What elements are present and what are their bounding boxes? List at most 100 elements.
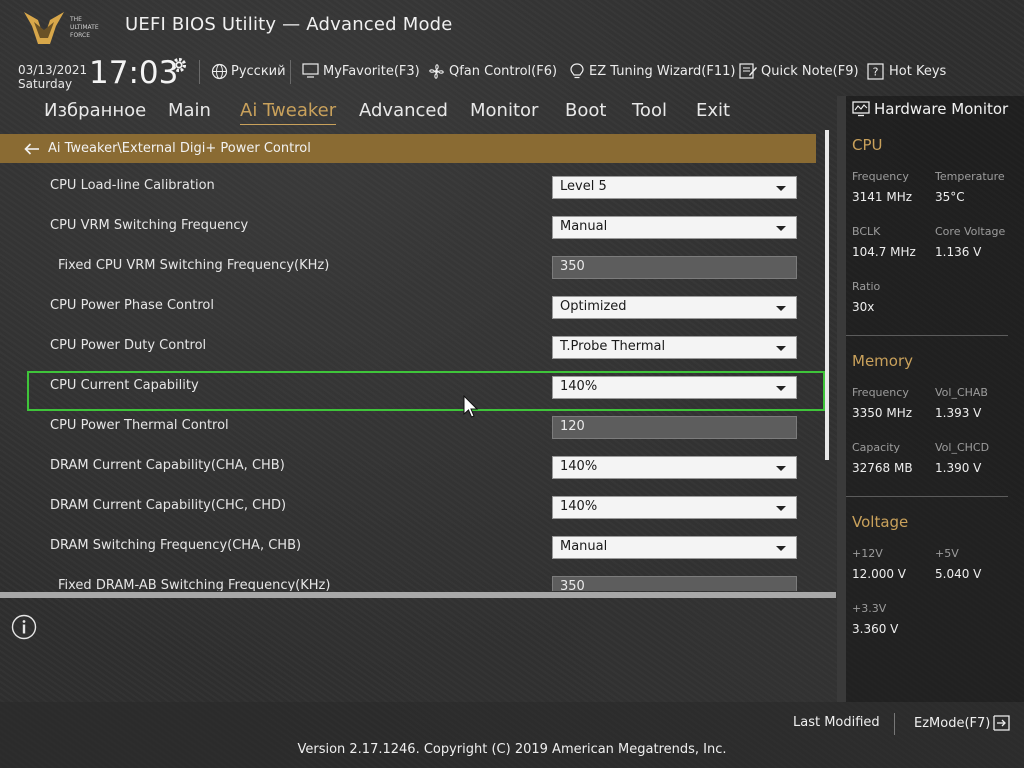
setting-row-selected[interactable]: CPU Current Capability 140% [0,366,828,406]
setting-dropdown[interactable]: Optimized [552,296,797,319]
setting-label: CPU Power Phase Control [50,298,214,313]
setting-value: Manual [560,219,608,234]
language-label: Русский [231,63,286,79]
setting-label: DRAM Current Capability(CHC, CHD) [50,498,287,513]
last-modified-button[interactable]: Last Modified [793,715,880,730]
ezmode-label: EzMode(F7) [914,715,991,731]
logo-text-force: FORCE [70,32,90,39]
setting-dropdown[interactable]: Manual [552,216,797,239]
setting-input[interactable]: 350 [552,256,797,279]
setting-row[interactable]: CPU Power Thermal Control 120 [0,406,828,446]
setting-value: Optimized [560,299,627,314]
footer [0,702,1024,768]
language-button[interactable]: Русский [211,61,286,81]
hw-divider [846,496,1008,497]
setting-dropdown[interactable]: Level 5 [552,176,797,199]
hw-section-cpu: CPU [852,136,883,154]
tab-ai-tweaker[interactable]: Ai Tweaker [240,100,337,125]
hardware-monitor-label: Hardware Monitor [874,100,1009,118]
setting-row[interactable]: DRAM Switching Frequency(CHA, CHB) Manua… [0,526,828,566]
dropdown-caret-icon [776,186,786,191]
hw-value: 104.7 MHz [852,245,916,259]
hw-label: +3.3V [852,602,887,615]
hw-value: 1.136 V [935,245,982,259]
quick-note-button[interactable]: Quick Note(F9) [739,61,859,81]
dropdown-caret-icon [776,466,786,471]
hw-value: 5.040 V [935,567,982,581]
myfavorite-button[interactable]: MyFavorite(F3) [302,61,420,81]
tab-monitor[interactable]: Monitor [470,100,538,121]
setting-row[interactable]: DRAM Current Capability(CHC, CHD) 140% [0,486,828,526]
svg-text:?: ? [873,65,879,78]
info-icon[interactable] [11,614,37,640]
panel-divider [0,592,836,598]
setting-row[interactable]: DRAM Current Capability(CHA, CHB) 140% [0,446,828,486]
setting-dropdown[interactable]: Manual [552,536,797,559]
back-arrow-icon[interactable] [24,142,40,155]
hw-label: Vol_CHCD [935,441,990,454]
setting-input[interactable]: 350 [552,576,797,591]
setting-label: CPU VRM Switching Frequency [50,218,249,233]
qfan-control-button[interactable]: Qfan Control(F6) [427,61,557,81]
setting-row[interactable]: Fixed CPU VRM Switching Frequency(KHz) 3… [0,246,828,286]
tab-boot[interactable]: Boot [565,100,606,121]
dropdown-caret-icon [776,506,786,511]
app-title: UEFI BIOS Utility — Advanced Mode [125,14,453,35]
setting-row[interactable]: CPU Power Phase Control Optimized [0,286,828,326]
hw-divider [846,335,1008,336]
dropdown-caret-icon [776,346,786,351]
setting-dropdown[interactable]: 140% [552,376,797,399]
setting-value: 120 [560,419,585,434]
hw-value: 35°C [935,190,965,204]
setting-value: 350 [560,259,585,274]
hw-label: Frequency [852,170,909,183]
setting-value: Level 5 [560,179,607,194]
toolbar-separator [199,60,200,84]
ez-tuning-wizard-button[interactable]: EZ Tuning Wizard(F11) [568,61,735,81]
fan-icon [429,63,444,79]
footer-separator [894,713,895,735]
setting-dropdown[interactable]: 140% [552,456,797,479]
tab-advanced[interactable]: Advanced [359,100,448,121]
setting-row[interactable]: CPU Power Duty Control T.Probe Thermal [0,326,828,366]
dropdown-caret-icon [776,546,786,551]
dropdown-caret-icon [776,306,786,311]
setting-dropdown[interactable]: 140% [552,496,797,519]
tab-favorites[interactable]: Избранное [44,100,146,121]
setting-value: T.Probe Thermal [560,339,666,354]
setting-label: DRAM Current Capability(CHA, CHB) [50,458,285,473]
hw-label: Temperature [935,170,1005,183]
setting-row[interactable]: CPU Load-line Calibration Level 5 [0,166,828,206]
setting-dropdown[interactable]: T.Probe Thermal [552,336,797,359]
monitor-icon [852,101,870,117]
hot-keys-button[interactable]: ? Hot Keys [867,61,946,81]
settings-list: CPU Load-line Calibration Level 5 CPU VR… [0,166,828,591]
hw-label: Core Voltage [935,225,1006,238]
mouse-cursor-icon [463,395,479,418]
hw-value: 12.000 V [852,567,907,581]
monitor-icon [302,63,319,78]
quick-note-label: Quick Note(F9) [761,63,859,79]
help-icon: ? [867,62,884,80]
hw-value: 32768 MB [852,461,913,475]
tab-tool[interactable]: Tool [632,100,667,121]
hw-value: 30x [852,300,875,314]
setting-label: CPU Power Duty Control [50,338,207,353]
hw-label: +12V [852,547,883,560]
gear-icon[interactable] [170,56,188,74]
lightbulb-icon [570,62,584,78]
tab-main[interactable]: Main [168,100,211,121]
tab-exit[interactable]: Exit [696,100,730,121]
setting-input[interactable]: 120 [552,416,797,439]
ezmode-button[interactable]: EzMode(F7) [914,715,1011,731]
date-label: 03/13/2021 [18,63,88,77]
hw-value: 1.390 V [935,461,982,475]
setting-row[interactable]: Fixed DRAM-AB Switching Frequency(KHz) 3… [0,566,828,591]
setting-label: CPU Current Capability [50,378,199,393]
scrollbar[interactable] [825,130,829,460]
breadcrumb[interactable]: Ai Tweaker\External Digi+ Power Control [0,134,816,163]
hw-section-memory: Memory [852,352,914,370]
dropdown-caret-icon [776,226,786,231]
logo-text-ultimate: ULTIMATE [70,24,99,31]
setting-row[interactable]: CPU VRM Switching Frequency Manual [0,206,828,246]
